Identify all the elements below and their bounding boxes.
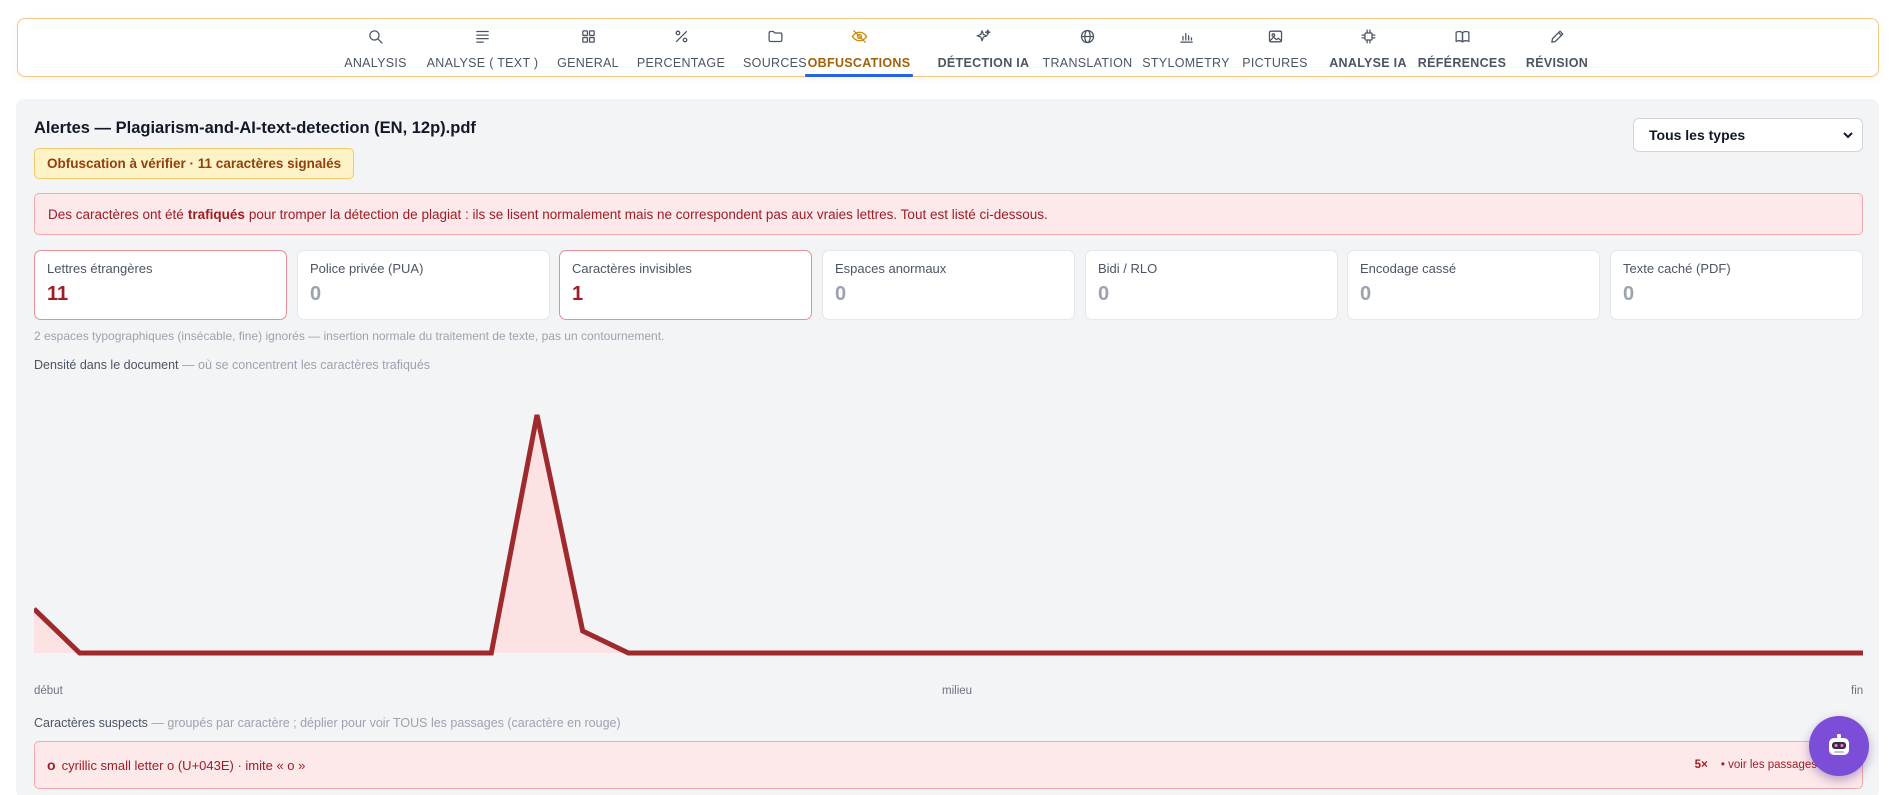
type-filter-value: Tous les types (1649, 127, 1746, 143)
tab-references[interactable]: RÉFÉRENCES (1405, 19, 1519, 77)
stat-card-value: 0 (1360, 283, 1372, 305)
stat-card-label: Espaces anormaux (835, 261, 947, 276)
stat-card-label: Encodage cassé (1360, 261, 1457, 276)
density-line (34, 414, 1863, 656)
tab-revision[interactable]: RÉVISION (1503, 19, 1611, 77)
robot-icon (1829, 734, 1849, 755)
tab-label: DÉTECTION IA (937, 56, 1030, 70)
density-area (34, 415, 1863, 653)
suspect-char-desc: cyrillic small letter o (U+043E) · imite… (61, 757, 306, 773)
image-icon (1265, 26, 1285, 46)
stat-card-texte-cache[interactable]: Texte caché (PDF) 0 (1610, 250, 1863, 320)
percent-icon (671, 26, 691, 46)
banner-text-after: pour tromper la détection de plagiat : i… (248, 206, 1048, 222)
tab-analyse-text[interactable]: ANALYSE ( TEXT ) (410, 19, 555, 77)
suspects-label: Caractères suspects (34, 716, 148, 730)
stat-card-label: Bidi / RLO (1098, 261, 1158, 276)
eye-off-icon (849, 26, 869, 46)
tab-label: GENERAL (557, 56, 619, 70)
bar-chart-icon (1176, 26, 1196, 46)
view-passages-link[interactable]: • voir les passages (1721, 759, 1817, 771)
tab-label: TRANSLATION (1042, 56, 1133, 70)
x-label-end: fin (1851, 685, 1864, 697)
stat-card-value: 0 (835, 283, 847, 305)
stat-card-bidi-rlo[interactable]: Bidi / RLO 0 (1085, 250, 1338, 320)
density-chart (34, 414, 1863, 656)
stat-card-encodage-casse[interactable]: Encodage cassé 0 (1347, 250, 1600, 320)
globe-icon (1078, 26, 1098, 46)
text-lines-icon (473, 26, 493, 46)
stat-card-lettres-etrangeres[interactable]: Lettres étrangères 11 (34, 250, 287, 320)
sparkles-icon (974, 26, 994, 46)
x-label-middle: milieu (942, 685, 973, 697)
tab-label: PERCENTAGE (636, 56, 726, 70)
tab-label: ANALYSIS (344, 56, 407, 70)
chevron-down-icon (1843, 132, 1853, 139)
suspect-row-meta: 5× • voir les passages (1695, 759, 1817, 771)
stat-card-caracteres-invisibles[interactable]: Caractères invisibles 1 (559, 250, 812, 320)
suspect-char: о (47, 757, 56, 773)
stat-card-value: 0 (310, 283, 322, 305)
tab-label: RÉVISION (1525, 56, 1589, 70)
folder-icon (765, 26, 785, 46)
suspect-char-row[interactable]: о cyrillic small letter o (U+043E) · imi… (34, 741, 1863, 789)
book-icon (1452, 26, 1472, 46)
tab-obfuscations[interactable]: OBFUSCATIONS (805, 19, 913, 77)
stat-card-value: 0 (1623, 283, 1635, 305)
tab-analysis[interactable]: ANALYSIS (328, 19, 423, 77)
suspects-heading: Caractères suspects — groupés par caract… (34, 716, 621, 730)
stat-card-espaces-anormaux[interactable]: Espaces anormaux 0 (822, 250, 1075, 320)
assistant-chat-button[interactable] (1809, 716, 1869, 776)
pencil-icon (1547, 26, 1567, 46)
stat-card-label: Texte caché (PDF) (1623, 261, 1731, 276)
banner-text-bold: trafiqués (187, 206, 245, 222)
x-label-start: début (34, 685, 63, 697)
stat-card-label: Caractères invisibles (572, 261, 692, 276)
density-label: Densité dans le document (34, 358, 179, 372)
tab-label: PICTURES (1242, 56, 1308, 70)
status-badge: Obfuscation à vérifier · 11 caractères s… (34, 148, 355, 179)
chip-icon (1358, 26, 1378, 46)
obfuscation-alert-banner: Des caractères ont été trafiqués pour tr… (34, 193, 1863, 235)
suspects-sublabel: — groupés par caractère ; déplier pour v… (151, 716, 621, 730)
stat-card-value: 0 (1098, 283, 1110, 305)
stat-card-label: Police privée (PUA) (310, 261, 424, 276)
tab-label: SOURCES (743, 56, 807, 70)
banner-text-before: Des caractères ont été (48, 206, 184, 222)
tab-label: ANALYSE ( TEXT ) (426, 56, 539, 70)
page-title: Alertes — Plagiarism-and-AI-text-detecti… (34, 119, 476, 137)
tab-label: RÉFÉRENCES (1417, 56, 1507, 70)
stat-card-label: Lettres étrangères (47, 261, 153, 276)
tab-label: ANALYSE IA (1329, 56, 1407, 70)
stat-card-value: 1 (572, 283, 584, 305)
tab-label: OBFUSCATIONS (807, 56, 911, 70)
stat-card-value: 11 (47, 283, 69, 305)
stat-card-police-privee[interactable]: Police privée (PUA) 0 (297, 250, 550, 320)
grid-icon (578, 26, 598, 46)
top-navigation: ANALYSIS ANALYSE ( TEXT ) GENERAL PERCEN… (17, 18, 1879, 77)
tab-label: STYLOMETRY (1142, 56, 1230, 70)
density-sublabel: — où se concentrent les caractères trafi… (182, 358, 431, 372)
type-filter-select[interactable]: Tous les types (1633, 118, 1863, 152)
density-heading: Densité dans le document — où se concent… (34, 358, 430, 372)
ignored-spaces-note: 2 espaces typographiques (insécable, fin… (34, 329, 665, 343)
suspect-count: 5× (1694, 759, 1708, 771)
search-icon (366, 26, 386, 46)
